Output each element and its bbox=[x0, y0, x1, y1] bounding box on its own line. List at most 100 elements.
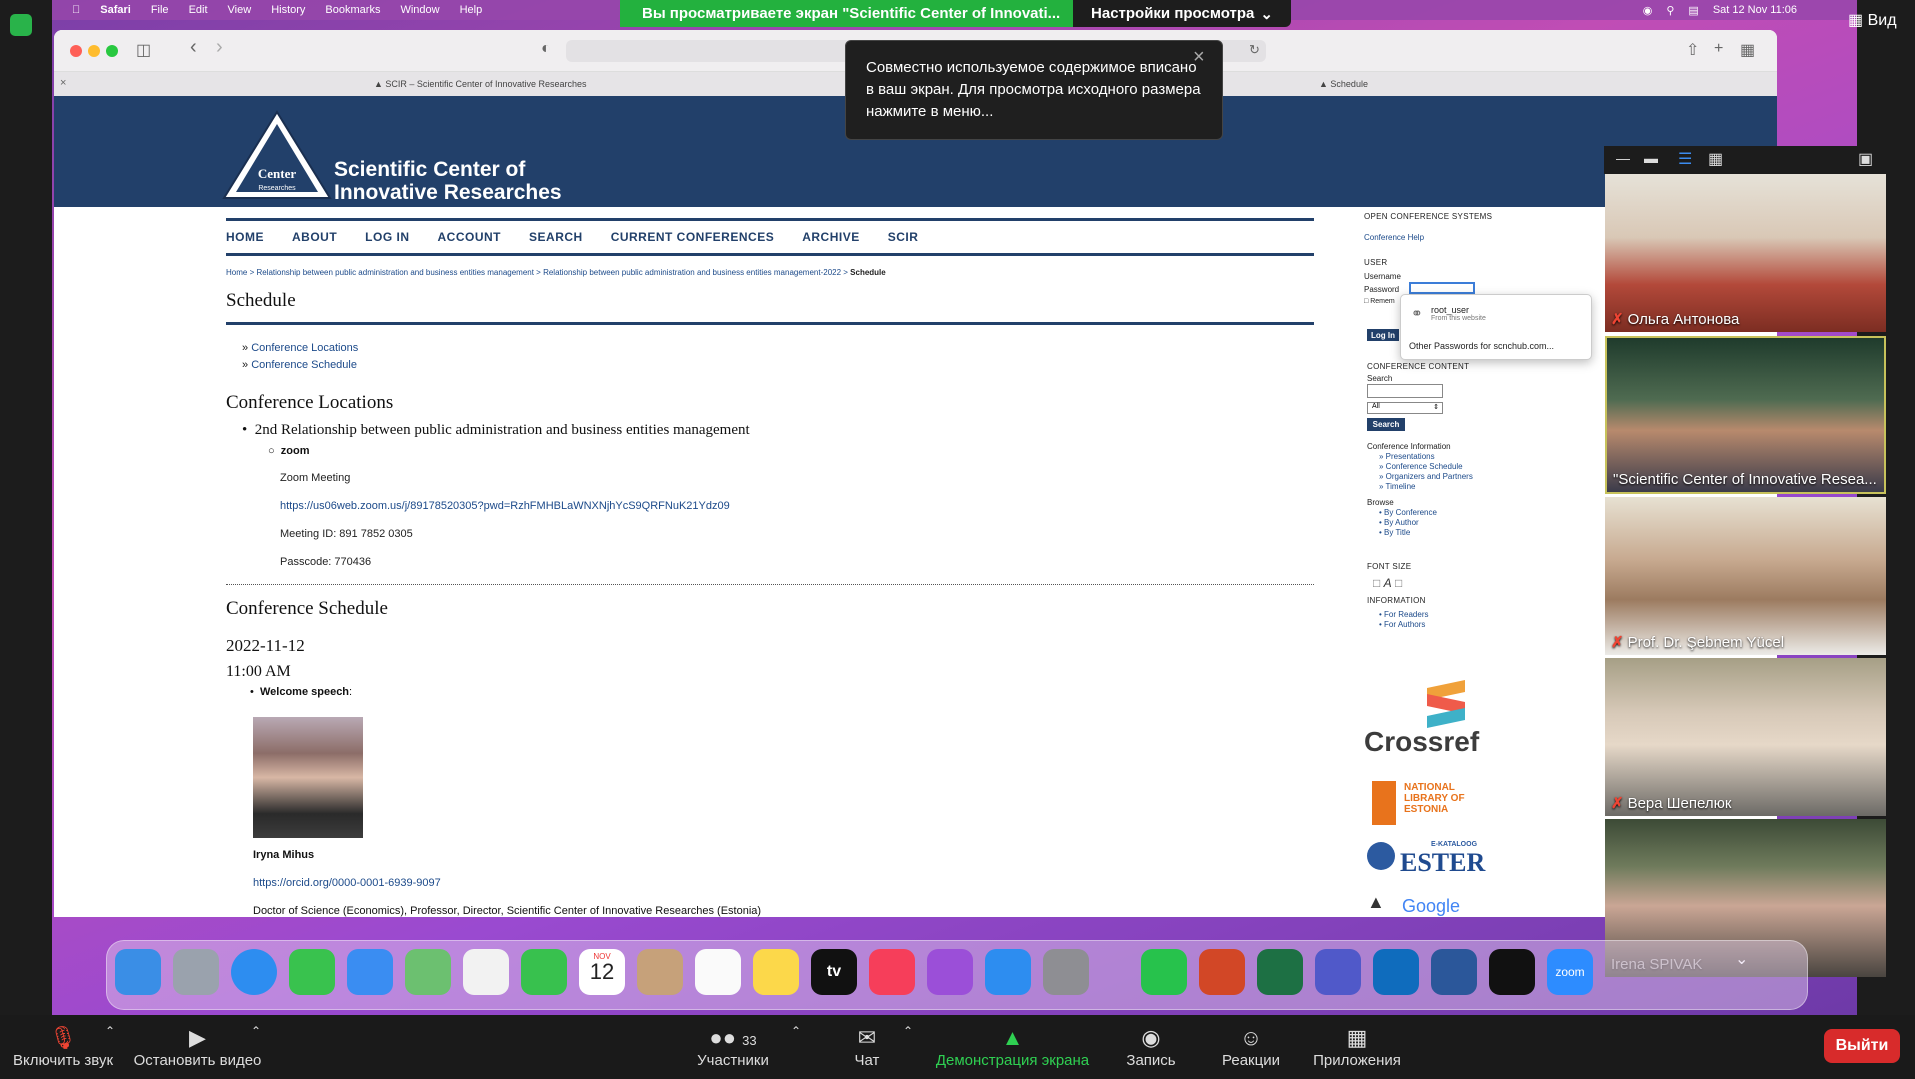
nav-archive[interactable]: ARCHIVE bbox=[802, 230, 860, 244]
app-store-icon[interactable] bbox=[985, 949, 1031, 995]
sidebar-icon[interactable]: ◫ bbox=[136, 40, 151, 60]
video-tile[interactable]: ✗ Вера Шепелюк bbox=[1605, 658, 1886, 816]
apple-tv-icon[interactable]: tv bbox=[811, 949, 857, 995]
chat-caret[interactable]: ⌃ bbox=[898, 1024, 918, 1038]
whatsapp-icon[interactable] bbox=[1141, 949, 1187, 995]
national-library-logo[interactable]: NATIONAL LIBRARY OF ESTONIA bbox=[1404, 782, 1484, 815]
nav-login[interactable]: LOG IN bbox=[365, 230, 409, 244]
strip-view-icon[interactable]: ☰ bbox=[1678, 149, 1692, 169]
zoom-app-icon[interactable]: zoom bbox=[1547, 949, 1593, 995]
tab-schedule[interactable]: ▲ Schedule bbox=[1319, 79, 1368, 89]
nav-current-conferences[interactable]: CURRENT CONFERENCES bbox=[611, 230, 775, 244]
font-large-icon[interactable]: □ bbox=[1395, 576, 1402, 590]
toc-link-schedule[interactable]: Conference Schedule bbox=[251, 359, 357, 371]
google-scholar-logo[interactable]: Google bbox=[1402, 896, 1460, 917]
nav-home[interactable]: HOME bbox=[226, 230, 264, 244]
safari-icon[interactable] bbox=[231, 949, 277, 995]
launchpad-icon[interactable] bbox=[173, 949, 219, 995]
toc-link-locations[interactable]: Conference Locations bbox=[251, 342, 358, 354]
menu-bookmarks[interactable]: Bookmarks bbox=[325, 4, 380, 16]
nav-account[interactable]: ACCOUNT bbox=[438, 230, 502, 244]
crossref-logo[interactable]: Crossref bbox=[1364, 726, 1479, 758]
login-button[interactable]: Log In bbox=[1367, 329, 1399, 341]
share-icon[interactable]: ⇧ bbox=[1686, 40, 1699, 60]
menu-safari[interactable]: Safari bbox=[100, 4, 131, 16]
reminders-icon[interactable] bbox=[695, 949, 741, 995]
link-by-title[interactable]: • By Title bbox=[1379, 528, 1567, 538]
apps-button[interactable]: ▦ Приложения bbox=[1306, 1024, 1408, 1069]
other-passwords-item[interactable]: Other Passwords for scnchub.com... bbox=[1409, 341, 1554, 351]
chat-button[interactable]: ✉ Чат bbox=[842, 1024, 892, 1069]
tab-overview-icon[interactable]: ▦ bbox=[1740, 40, 1755, 60]
autofill-item[interactable]: root_user From this website bbox=[1431, 305, 1486, 322]
close-tab-icon[interactable]: × bbox=[60, 77, 66, 89]
apple-icon[interactable]:  bbox=[72, 4, 80, 16]
messages-icon[interactable] bbox=[289, 949, 335, 995]
link-by-author[interactable]: • By Author bbox=[1379, 518, 1567, 528]
word-icon[interactable] bbox=[1431, 949, 1477, 995]
link-conference-schedule[interactable]: » Conference Schedule bbox=[1379, 462, 1567, 472]
menu-history[interactable]: History bbox=[271, 4, 305, 16]
zoom-window-button[interactable] bbox=[106, 45, 118, 57]
video-tile-active-speaker[interactable]: "Scientific Center of Innovative Resea..… bbox=[1605, 336, 1886, 494]
close-window-button[interactable] bbox=[70, 45, 82, 57]
video-tile[interactable]: ✗ Ольга Антонова bbox=[1605, 174, 1886, 332]
record-button[interactable]: ◉ Запись bbox=[1120, 1024, 1182, 1069]
speaker-view-icon[interactable]: ▬ bbox=[1644, 150, 1658, 166]
search-scope-select[interactable]: All ⇕ bbox=[1367, 402, 1443, 414]
share-screen-button[interactable]: ▲ Демонстрация экрана bbox=[930, 1024, 1095, 1069]
nav-scir[interactable]: SCIR bbox=[888, 230, 919, 244]
close-icon[interactable]: × bbox=[1193, 46, 1205, 69]
podcasts-icon[interactable] bbox=[927, 949, 973, 995]
maps-icon[interactable] bbox=[405, 949, 451, 995]
new-tab-icon[interactable]: + bbox=[1714, 40, 1723, 58]
view-button[interactable]: ▦ Вид bbox=[1848, 10, 1897, 30]
gallery-view-icon[interactable]: ▦ bbox=[1708, 149, 1723, 169]
teams-icon[interactable] bbox=[1315, 949, 1361, 995]
nav-search[interactable]: SEARCH bbox=[529, 230, 583, 244]
control-center-icon[interactable]: ▤ bbox=[1688, 4, 1698, 17]
participants-button[interactable]: ●● 33 Участники bbox=[688, 1024, 778, 1069]
mail-icon[interactable] bbox=[347, 949, 393, 995]
spotlight-icon[interactable]: ⚲ bbox=[1666, 4, 1674, 17]
menu-window[interactable]: Window bbox=[400, 4, 439, 16]
popout-icon[interactable]: ▣ bbox=[1858, 149, 1873, 169]
powerpoint-icon[interactable] bbox=[1199, 949, 1245, 995]
menu-edit[interactable]: Edit bbox=[189, 4, 208, 16]
finder-icon[interactable] bbox=[115, 949, 161, 995]
link-for-readers[interactable]: • For Readers bbox=[1379, 610, 1567, 620]
breadcrumb-path[interactable]: Home > Relationship between public admin… bbox=[226, 268, 850, 277]
notes-icon[interactable] bbox=[753, 949, 799, 995]
tab-scir[interactable]: ▲ SCIR – Scientific Center of Innovative… bbox=[374, 79, 587, 89]
menu-help[interactable]: Help bbox=[460, 4, 483, 16]
back-icon[interactable]: ‹ bbox=[190, 36, 197, 59]
webex-icon[interactable] bbox=[1489, 949, 1535, 995]
privacy-icon[interactable]: ◐ bbox=[541, 40, 551, 58]
scir-logo[interactable]: Center Researches bbox=[222, 108, 332, 200]
link-by-conference[interactable]: • By Conference bbox=[1379, 508, 1567, 518]
nav-about[interactable]: ABOUT bbox=[292, 230, 337, 244]
zoom-link[interactable]: https://us06web.zoom.us/j/89178520305?pw… bbox=[280, 500, 730, 512]
audio-options-caret[interactable]: ⌃ bbox=[100, 1024, 120, 1038]
clock-text[interactable]: Sat 12 Nov 11:06 bbox=[1713, 4, 1797, 16]
font-medium-icon[interactable]: A bbox=[1384, 576, 1392, 590]
link-presentations[interactable]: » Presentations bbox=[1379, 452, 1567, 462]
search-button[interactable]: Search bbox=[1367, 418, 1405, 431]
participants-caret[interactable]: ⌃ bbox=[786, 1024, 806, 1038]
ester-logo[interactable]: ESTER bbox=[1400, 848, 1485, 878]
menu-file[interactable]: File bbox=[151, 4, 169, 16]
search-input[interactable] bbox=[1367, 384, 1443, 398]
facetime-icon[interactable] bbox=[521, 949, 567, 995]
contacts-icon[interactable] bbox=[637, 949, 683, 995]
reload-icon[interactable]: ↻ bbox=[1249, 42, 1260, 58]
wifi-icon[interactable]: ◉ bbox=[1643, 4, 1653, 17]
minimize-icon[interactable]: — bbox=[1616, 150, 1630, 166]
font-small-icon[interactable]: □ bbox=[1373, 576, 1380, 590]
leave-meeting-button[interactable]: Выйти bbox=[1824, 1029, 1900, 1063]
stop-video-button[interactable]: ▶ Остановить видео bbox=[130, 1024, 265, 1069]
photos-icon[interactable] bbox=[463, 949, 509, 995]
video-options-caret[interactable]: ⌃ bbox=[246, 1024, 266, 1038]
link-timeline[interactable]: » Timeline bbox=[1379, 482, 1567, 492]
video-tile[interactable]: ✗ Prof. Dr. Şebnem Yücel bbox=[1605, 497, 1886, 655]
music-icon[interactable] bbox=[869, 949, 915, 995]
